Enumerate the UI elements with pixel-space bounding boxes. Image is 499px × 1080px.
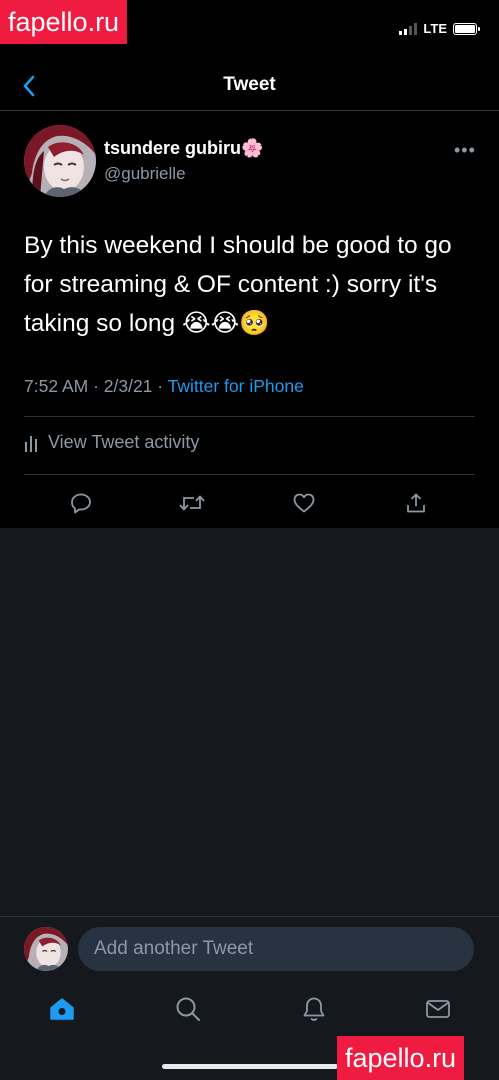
share-icon: [407, 493, 425, 513]
status-indicators: LTE: [399, 21, 480, 36]
tab-search[interactable]: [173, 994, 203, 1024]
signal-icon: [399, 22, 418, 35]
top-nav: Tweet: [0, 62, 499, 111]
watermark-bottom: fapello.ru: [337, 1036, 465, 1080]
retweet-button[interactable]: [175, 486, 209, 520]
user-avatar[interactable]: [24, 927, 68, 971]
tab-home[interactable]: [47, 994, 77, 1024]
search-icon: [176, 997, 200, 1021]
analytics-icon: [25, 435, 37, 452]
divider: [24, 416, 475, 417]
more-icon[interactable]: •••: [454, 140, 476, 161]
add-tweet-input[interactable]: Add another Tweet: [78, 927, 474, 971]
home-indicator: [162, 1064, 338, 1069]
like-icon: [293, 493, 315, 513]
tweet-actions: [24, 486, 475, 520]
share-button[interactable]: [399, 486, 433, 520]
home-icon: [50, 998, 74, 1020]
author-avatar[interactable]: [24, 125, 96, 197]
view-activity-button[interactable]: View Tweet activity: [24, 432, 199, 453]
tab-notifications[interactable]: [299, 994, 329, 1024]
notifications-icon: [303, 997, 325, 1021]
author-name[interactable]: tsundere gubiru🌸: [104, 138, 263, 159]
tweet-timestamp: 7:52 AM · 2/3/21 ·: [24, 376, 168, 396]
like-button[interactable]: [287, 486, 321, 520]
page-title: Tweet: [223, 74, 276, 95]
network-label: LTE: [423, 21, 447, 36]
divider: [24, 474, 475, 475]
reply-icon: [71, 493, 91, 514]
tab-messages[interactable]: [423, 994, 453, 1024]
reply-composer: Add another Tweet: [0, 916, 499, 983]
tweet-text: By this weekend I should be good to go f…: [24, 232, 452, 337]
tweet-source[interactable]: Twitter for iPhone: [168, 376, 304, 396]
retweet-icon: [179, 495, 205, 511]
watermark-top: fapello.ru: [0, 0, 128, 44]
activity-label: View Tweet activity: [48, 432, 200, 452]
author-handle[interactable]: @gubrielle: [104, 164, 186, 184]
messages-icon: [426, 1000, 450, 1018]
tweet-meta: 7:52 AM · 2/3/21 · Twitter for iPhone: [24, 376, 304, 397]
battery-icon: [453, 22, 480, 35]
reply-button[interactable]: [64, 486, 98, 520]
